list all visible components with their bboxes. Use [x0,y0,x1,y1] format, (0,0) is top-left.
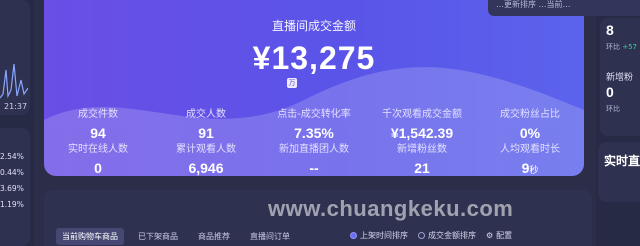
tab-recommend[interactable]: 商品推荐 [192,228,236,245]
trend-time: 21:37 [4,102,28,111]
watermark: www.chuangkeku.com [268,196,514,221]
stat-value: 0% [519,125,541,141]
product-tabs: 当前购物车商品 已下架商品 商品推荐 直播间订单 [56,228,296,245]
side-change: 环比 [606,105,620,113]
sort-label: 配置 [496,231,513,240]
stat-value: 9秒 [480,160,580,176]
radio-icon [418,232,425,239]
stat-value: 21 [414,160,430,176]
sort-options: 上架时间排序 成交金额排序 ⚙ 配置 [350,230,512,241]
stat-value: 91 [198,125,214,141]
gear-icon: ⚙ [486,231,494,240]
realtime-card: 实时直 [598,142,640,202]
stat-online-users: 实时在线人数 0 [48,140,148,176]
stat-label: 点击-成交转化率 [277,109,351,120]
side-label: 新增粉 [606,73,634,83]
trend-card: 21:37 [0,0,30,115]
stat-value: 7.35% [294,125,334,141]
gmv-value: ¥13,275 [252,40,376,76]
unit-toggle-icon[interactable]: 万 [287,78,297,88]
rate-value: 3.69% [0,184,24,193]
stat-click-conversion: 点击-成交转化率 7.35% [264,105,364,141]
rate-value: 2.54% [0,152,24,161]
stat-items-sold: 成交件数 94 [48,105,148,141]
stat-label: 成交人数 [186,109,226,120]
stat-new-fan-club: 新加直播团人数 -- [264,140,364,176]
side-change: 环比 +57 [606,42,637,52]
change-label: 环比 [606,43,620,51]
tab-current-cart[interactable]: 当前购物车商品 [56,228,124,245]
radio-icon [350,232,357,239]
stat-value: -- [309,160,319,176]
side-value: 8 [606,22,614,38]
gmv-title: 直播间成交金额 [271,19,356,33]
stat-avg-watch-time: 人均观看时长 9秒 [480,140,580,176]
sort-label: 成交金额排序 [428,231,476,240]
stat-new-followers: 新增粉丝数 21 [372,140,472,176]
tab-delisted[interactable]: 已下架商品 [132,228,184,245]
top-tip: …更新排序 …当前… [488,0,640,16]
rate-value: 0.44% [0,168,24,177]
stat-label: 人均观看时长 [500,144,560,155]
stat-fan-share: 成交粉丝占比 0% [480,105,580,141]
stat-value: ¥1,542.39 [390,125,454,141]
sort-label: 上架时间排序 [360,231,408,240]
stat-unit: 秒 [529,165,539,175]
stat-gpm: 千次观看成交金额 ¥1,542.39 [372,105,472,141]
rate-list-card: 2.54% 0.44% 3.69% 1.19% [0,128,30,246]
stat-value: 6,946 [188,160,224,176]
config-button[interactable]: ⚙ 配置 [486,230,512,241]
stat-label: 新加直播团人数 [279,144,349,155]
tab-orders[interactable]: 直播间订单 [244,228,296,245]
change-value: +57 [622,43,638,51]
sort-by-gmv[interactable]: 成交金额排序 [418,230,476,241]
stat-value: 94 [90,125,106,141]
stat-total-viewers: 累计观看人数 6,946 [156,140,256,176]
stat-value: 0 [94,160,102,176]
rate-value: 1.19% [0,200,24,209]
gmv-card: 直播间成交金额 ¥13,275 万 成交件数 94 成交人数 91 点击-成交转… [44,0,584,176]
trend-sparkline [0,63,28,99]
stat-label: 实时在线人数 [68,144,128,155]
stat-label: 成交件数 [78,109,118,120]
realtime-title: 实时直 [604,154,640,168]
stat-label: 成交粉丝占比 [500,109,560,120]
metrics-side-card: 8 环比 +57 新增粉 0 环比 [600,18,640,136]
stat-label: 新增粉丝数 [397,144,447,155]
side-value: 0 [606,84,614,100]
stat-label: 累计观看人数 [176,144,236,155]
sort-by-list-time[interactable]: 上架时间排序 [350,230,408,241]
stat-label: 千次观看成交金额 [382,109,462,120]
stat-buyers: 成交人数 91 [156,105,256,141]
